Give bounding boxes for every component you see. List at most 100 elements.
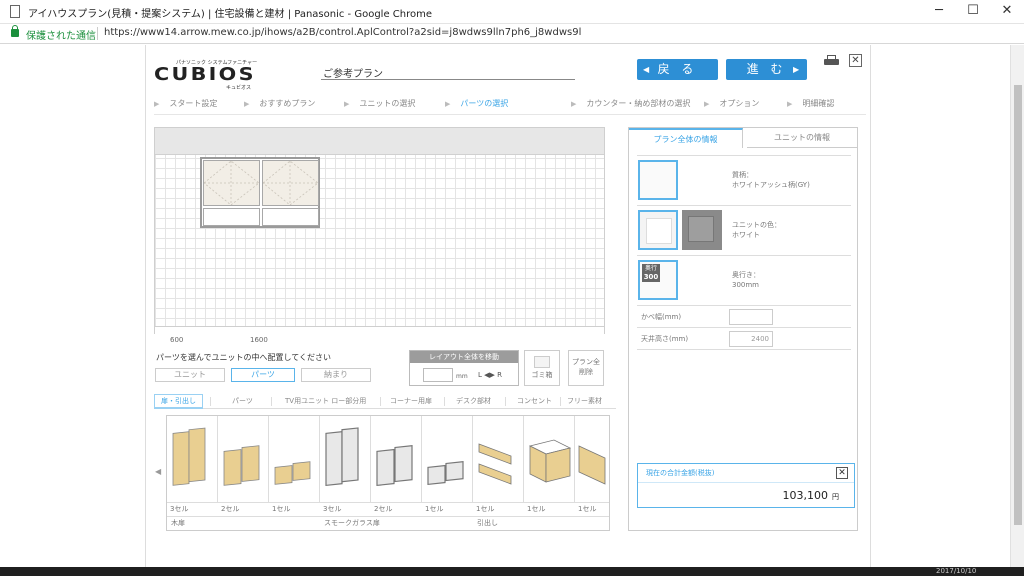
- back-arrow-icon: ◀: [643, 65, 650, 74]
- chevron-right-icon: ▶: [787, 100, 793, 108]
- grey-unit-swatch[interactable]: [682, 210, 722, 250]
- tab-desk-parts[interactable]: デスク部材: [456, 396, 491, 406]
- glass-door-icon: [427, 461, 464, 486]
- trash-button[interactable]: ゴミ箱: [524, 350, 560, 386]
- part-drawer-3[interactable]: 1セル: [575, 416, 609, 513]
- toggle-parts[interactable]: パーツ: [231, 368, 295, 382]
- secure-label: 保護された通信: [26, 31, 96, 42]
- wall-width-input[interactable]: [729, 309, 773, 325]
- chevron-right-icon: ▶: [244, 100, 250, 108]
- ruler-label: 1600: [250, 336, 268, 344]
- scrollbar-thumb[interactable]: [1014, 85, 1022, 525]
- back-label: 戻 る: [657, 62, 698, 76]
- wall-width-label: かべ幅(mm): [641, 313, 682, 321]
- depth-swatch[interactable]: 奥行 300: [638, 260, 678, 300]
- width-ruler: [155, 326, 604, 334]
- part-drawer-2[interactable]: 1セル: [524, 416, 575, 513]
- page-scrollbar[interactable]: [1010, 45, 1024, 576]
- parts-tab-bar: 扉・引出し パーツ TV用ユニット ロー部分用 コーナー用扉 デスク部材 コンセ…: [154, 394, 616, 409]
- group-label-wood: 木扉: [171, 519, 185, 527]
- part-cell-count: 2セル: [221, 505, 240, 513]
- part-wood-door-2cell[interactable]: 2セル: [218, 416, 269, 513]
- layout-lr-arrows[interactable]: L ◀▶ R: [478, 371, 502, 379]
- cubios-logo: パナソニック システムファニチャー CUBIOS キュビオス: [154, 59, 269, 91]
- trash-icon: [534, 356, 550, 368]
- glass-door-icon: [376, 445, 413, 487]
- close-window-button[interactable]: ✕: [990, 0, 1024, 24]
- design-canvas[interactable]: [154, 127, 605, 334]
- clear-plan-button[interactable]: プラン全削除: [568, 350, 604, 386]
- next-label: 進 む: [746, 62, 787, 76]
- step-recommended[interactable]: ▶ おすすめプラン: [244, 98, 315, 109]
- depth-row: 奥行 300 奥行き： 300mm: [637, 256, 851, 306]
- step-summary[interactable]: ▶ 明細確認: [787, 98, 834, 109]
- back-button[interactable]: ◀ 戻 る: [637, 59, 718, 80]
- unit-door-cell[interactable]: [203, 160, 260, 206]
- part-drawer-1[interactable]: 1セル: [473, 416, 524, 513]
- unit-empty-cell[interactable]: [203, 208, 260, 226]
- tab-plan-info[interactable]: プラン全体の情報: [629, 128, 743, 148]
- page-icon: [10, 5, 20, 18]
- placed-unit[interactable]: [200, 157, 320, 228]
- step-unit-select[interactable]: ▶ ユニットの選択: [344, 98, 415, 109]
- os-taskbar: 2017/10/10: [0, 567, 1024, 576]
- material-row: 質柄： ホワイトアッシュ柄(GY): [637, 155, 851, 206]
- plan-name-field[interactable]: ご参考プラン: [321, 65, 575, 80]
- layout-move-title: レイアウト全体を移動: [410, 351, 518, 363]
- drawer-icon: [578, 445, 606, 485]
- close-app-icon[interactable]: ✕: [849, 54, 862, 67]
- address-bar[interactable]: 保護された通信 https://www14.arrow.mew.co.jp/ih…: [0, 24, 1024, 44]
- url-text[interactable]: https://www14.arrow.mew.co.jp/ihows/a2B/…: [104, 27, 581, 38]
- tab-free-material[interactable]: フリー素材: [567, 396, 602, 406]
- part-wood-door-3cell[interactable]: 3セル: [167, 416, 218, 513]
- part-wood-door-1cell[interactable]: 1セル: [269, 416, 320, 513]
- instruction-text: パーツを選んでユニットの中へ配置してください: [156, 353, 331, 362]
- maximize-button[interactable]: ☐: [956, 0, 990, 24]
- tab-tv-unit[interactable]: TV用ユニット ロー部分用: [285, 396, 366, 406]
- cubios-app: パナソニック システムファニチャー CUBIOS キュビオス ご参考プラン ◀ …: [145, 45, 871, 576]
- tab-outlet[interactable]: コンセント: [517, 396, 552, 406]
- layout-offset-input[interactable]: [423, 368, 453, 382]
- close-total-icon[interactable]: ✕: [836, 467, 848, 479]
- total-label: 現在の合計金額(税抜): [646, 469, 715, 477]
- ceiling-height-input[interactable]: 2400: [729, 331, 773, 347]
- logo-kana: キュビオス: [226, 85, 252, 91]
- browser-titlebar: アイハウスプラン(見積・提案システム) | 住宅設備と建材 | Panasoni…: [0, 0, 1024, 24]
- next-arrow-icon: ▶: [793, 65, 800, 74]
- part-cell-count: 3セル: [170, 505, 189, 513]
- unit-door-cell[interactable]: [262, 160, 319, 206]
- logo-wordmark: CUBIOS: [154, 64, 256, 85]
- next-button[interactable]: 進 む ▶: [726, 59, 807, 80]
- white-unit-swatch[interactable]: [638, 210, 678, 250]
- tab-doors-drawers[interactable]: 扉・引出し: [154, 394, 203, 409]
- material-swatch[interactable]: [638, 160, 678, 200]
- steps-divider: [154, 114, 866, 115]
- taskbar-clock: 2017/10/10: [936, 567, 977, 575]
- part-smoke-glass-2cell[interactable]: 2セル: [371, 416, 422, 513]
- unit-empty-cell[interactable]: [262, 208, 319, 226]
- part-smoke-glass-1cell[interactable]: 1セル: [422, 416, 473, 513]
- print-icon[interactable]: [824, 55, 839, 67]
- part-cell-count: 3セル: [323, 505, 342, 513]
- tab-corner-doors[interactable]: コーナー用扉: [390, 396, 432, 406]
- material-label: 質柄：: [732, 171, 753, 179]
- part-cell-count: 1セル: [272, 505, 291, 513]
- group-label-glass: スモークガラス扉: [324, 519, 380, 527]
- lock-icon: [11, 25, 19, 37]
- step-start[interactable]: ▶ スタート設定: [154, 98, 217, 109]
- step-parts-select[interactable]: ▶ パーツの選択: [445, 98, 508, 109]
- step-options[interactable]: ▶ オプション: [704, 98, 759, 109]
- wall-width-row: かべ幅(mm): [637, 306, 851, 328]
- ruler-label: 600: [170, 336, 184, 344]
- tab-parts[interactable]: パーツ: [232, 396, 253, 406]
- minimize-button[interactable]: ─: [922, 0, 956, 24]
- part-cell-count: 1セル: [476, 505, 495, 513]
- drawer-icon: [478, 443, 512, 485]
- currency-unit: 円: [832, 493, 839, 501]
- step-counter-select[interactable]: ▶ カウンター・納め部材の選択: [571, 98, 690, 109]
- tab-unit-info[interactable]: ユニットの情報: [747, 128, 857, 148]
- part-smoke-glass-3cell[interactable]: 3セル: [320, 416, 371, 513]
- toggle-unit[interactable]: ユニット: [155, 368, 225, 382]
- toggle-finish[interactable]: 納まり: [301, 368, 371, 382]
- parts-scroll-left-icon[interactable]: ◀: [155, 467, 161, 476]
